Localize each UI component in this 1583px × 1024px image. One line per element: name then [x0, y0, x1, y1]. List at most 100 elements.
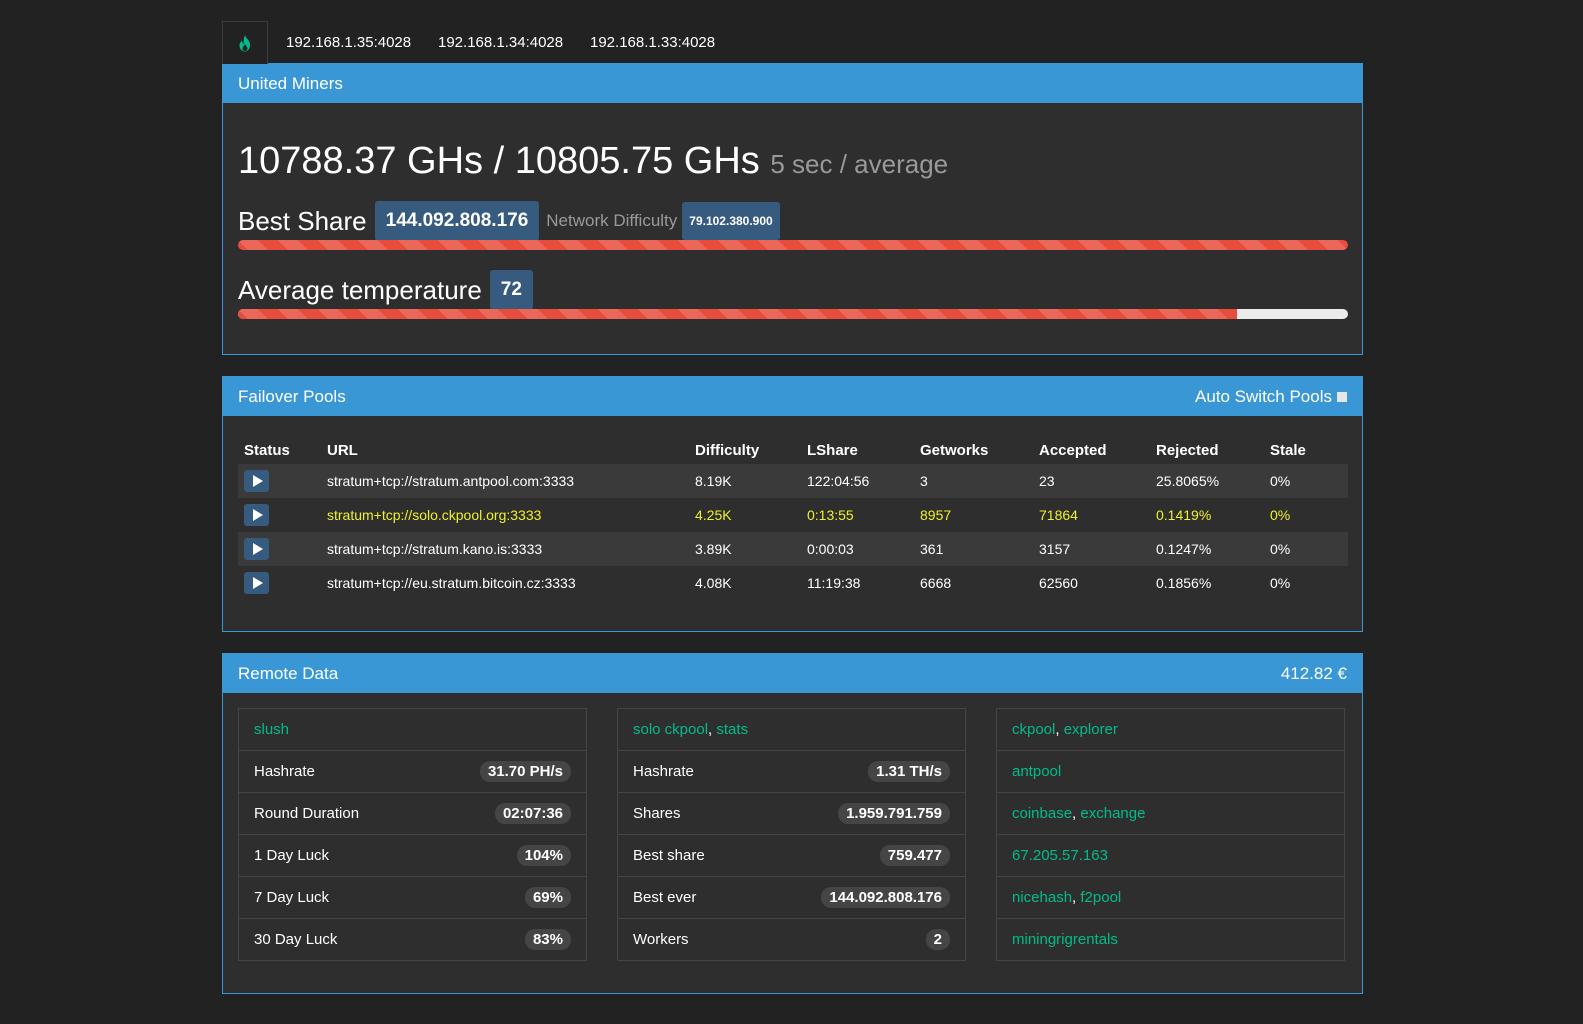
- list-item: miningrigrentals: [997, 919, 1344, 960]
- stat-label: Hashrate: [254, 763, 315, 780]
- pools-panel: Failover Pools Auto Switch Pools Status …: [222, 376, 1363, 632]
- pool-getworks: 6668: [920, 575, 952, 591]
- stat-badge: 759.477: [879, 845, 950, 866]
- list-item: nicehash, f2pool: [997, 877, 1344, 919]
- pool-difficulty: 8.19K: [695, 473, 732, 489]
- stat-label: 30 Day Luck: [254, 931, 338, 948]
- col-difficulty: Difficulty: [695, 441, 760, 459]
- list-item: Round Duration 02:07:36: [239, 793, 586, 835]
- remote-lists: slush Hashrate 31.70 PH/s Round Duration…: [238, 708, 1345, 961]
- pool-url: stratum+tcp://stratum.antpool.com:3333: [327, 473, 575, 489]
- best-share-value: 144.092.808.176: [374, 201, 540, 241]
- table-row: stratum+tcp://stratum.kano.is:3333 3.89K…: [238, 532, 1348, 566]
- list-item: coinbase, exchange: [997, 793, 1344, 835]
- remote-value: 412.82 €: [1280, 664, 1347, 683]
- list-item: Best ever 144.092.808.176: [618, 877, 965, 919]
- list-item: Hashrate 1.31 TH/s: [618, 751, 965, 793]
- play-icon[interactable]: [244, 504, 269, 526]
- dashboard: 192.168.1.35:4028 192.168.1.34:4028 192.…: [222, 21, 1363, 994]
- stat-badge: 1.31 TH/s: [868, 761, 950, 782]
- col-status: Status: [244, 441, 290, 459]
- hashrate-value: 10788.37 GHs / 10805.75 GHs: [238, 140, 760, 182]
- pool-url: stratum+tcp://stratum.kano.is:3333: [327, 541, 543, 557]
- pool-rejected: 0.1419%: [1156, 507, 1212, 523]
- pool-stale: 0%: [1270, 541, 1291, 557]
- pool-lshare: 11:19:38: [807, 575, 861, 591]
- stat-badge: 2: [925, 929, 950, 950]
- pool-stale: 0%: [1270, 507, 1291, 523]
- best-share-label: Best Share: [238, 206, 367, 236]
- pool-accepted: 23: [1039, 473, 1055, 489]
- list-item: 1 Day Luck 104%: [239, 835, 586, 877]
- miningrigrentals-link[interactable]: miningrigrentals: [1012, 931, 1118, 948]
- col-url: URL: [327, 441, 358, 459]
- tab-host-35[interactable]: 192.168.1.35:4028: [286, 21, 411, 63]
- list-item: Shares 1.959.791.759: [618, 793, 965, 835]
- exchange-link[interactable]: exchange: [1080, 805, 1145, 822]
- pool-url: stratum+tcp://solo.ckpool.org:3333: [327, 507, 542, 523]
- stat-label: 7 Day Luck: [254, 889, 330, 906]
- pool-rejected: 25.8065%: [1156, 473, 1220, 489]
- pool-getworks: 361: [920, 541, 944, 557]
- pool-difficulty: 4.25K: [695, 507, 732, 523]
- pool-difficulty: 4.08K: [695, 575, 732, 591]
- solo-ckpool-link[interactable]: solo ckpool: [633, 721, 708, 738]
- avg-temp-row: Average temperature 72: [238, 270, 533, 310]
- stat-label: 1 Day Luck: [254, 847, 330, 864]
- list-item: 30 Day Luck 83%: [239, 919, 586, 960]
- pool-accepted: 71864: [1039, 507, 1078, 523]
- table-row: stratum+tcp://stratum.antpool.com:3333 8…: [238, 464, 1348, 498]
- ip-link[interactable]: 67.205.57.163: [1012, 847, 1108, 864]
- network-difficulty-value: 79.102.380.900: [682, 202, 780, 240]
- auto-switch-toggle[interactable]: Auto Switch Pools: [1195, 377, 1347, 416]
- best-share-progress: [238, 240, 1348, 250]
- coinbase-link[interactable]: coinbase: [1012, 805, 1072, 822]
- col-rejected: Rejected: [1156, 441, 1219, 459]
- avg-temp-progress-bar: [238, 309, 1237, 319]
- stat-badge: 83%: [524, 929, 571, 950]
- antpool-link[interactable]: antpool: [1012, 763, 1061, 780]
- list-item: 7 Day Luck 69%: [239, 877, 586, 919]
- list-item: Hashrate 31.70 PH/s: [239, 751, 586, 793]
- stat-badge: 69%: [524, 887, 571, 908]
- pool-url: stratum+tcp://eu.stratum.bitcoin.cz:3333: [327, 575, 576, 591]
- nicehash-link[interactable]: nicehash: [1012, 889, 1072, 906]
- auto-switch-checkbox[interactable]: [1337, 391, 1347, 402]
- col-getworks: Getworks: [920, 441, 989, 459]
- stat-badge: 104%: [516, 845, 571, 866]
- pools-panel-header: Failover Pools Auto Switch Pools: [223, 377, 1362, 416]
- stat-badge: 02:07:36: [494, 803, 571, 824]
- slush-link[interactable]: slush: [254, 721, 289, 738]
- stat-label: Shares: [633, 805, 681, 822]
- stat-label: Hashrate: [633, 763, 694, 780]
- pool-accepted: 3157: [1039, 541, 1071, 557]
- stat-badge: 144.092.808.176: [821, 887, 950, 908]
- list-item: 67.205.57.163: [997, 835, 1344, 877]
- best-share-progress-bar: [238, 240, 1348, 250]
- play-icon[interactable]: [244, 538, 269, 560]
- tab-host-33[interactable]: 192.168.1.33:4028: [590, 21, 715, 63]
- remote-title: Remote Data: [238, 664, 339, 683]
- stat-label: Workers: [633, 931, 689, 948]
- stats-link[interactable]: stats: [716, 721, 748, 738]
- explorer-link[interactable]: explorer: [1064, 721, 1118, 738]
- stat-badge: 31.70 PH/s: [479, 761, 571, 782]
- play-icon[interactable]: [244, 470, 269, 492]
- pools-table: Status URL Difficulty LShare Getworks Ac…: [238, 436, 1348, 600]
- f2pool-link[interactable]: f2pool: [1080, 889, 1121, 906]
- auto-switch-label: Auto Switch Pools: [1194, 387, 1332, 406]
- avg-temp-label: Average temperature: [238, 275, 482, 305]
- best-share-row: Best Share 144.092.808.176 Network Diffi…: [238, 201, 780, 241]
- pool-getworks: 8957: [920, 507, 952, 523]
- play-icon[interactable]: [244, 572, 269, 594]
- list-item: ckpool, explorer: [997, 709, 1344, 751]
- table-row: stratum+tcp://eu.stratum.bitcoin.cz:3333…: [238, 566, 1348, 600]
- pools-title: Failover Pools: [238, 387, 346, 406]
- summary-panel-header: United Miners: [223, 64, 1362, 103]
- tab-home[interactable]: [222, 21, 268, 64]
- ckpool-link[interactable]: ckpool: [1012, 721, 1055, 738]
- pool-getworks: 3: [920, 473, 928, 489]
- links-list: ckpool, explorer antpool coinbase, excha…: [996, 708, 1345, 961]
- pool-rejected: 0.1856%: [1156, 575, 1212, 591]
- tab-host-34[interactable]: 192.168.1.34:4028: [438, 21, 563, 63]
